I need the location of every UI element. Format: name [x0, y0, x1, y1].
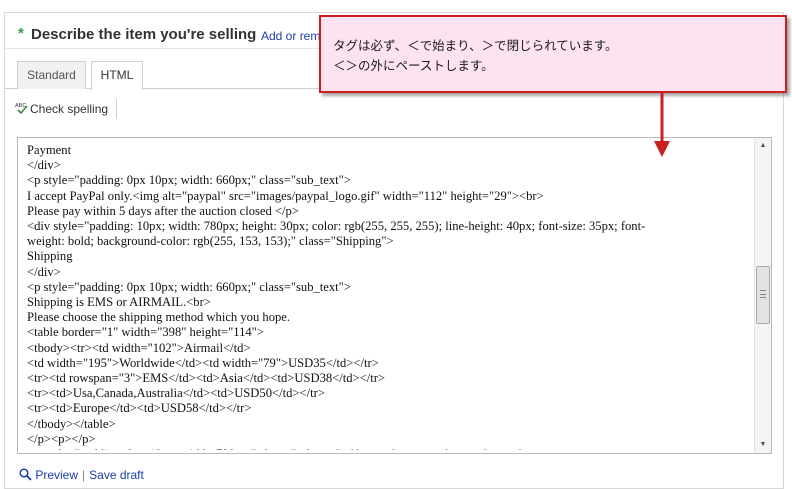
- editor-footer: Preview | Save draft: [19, 466, 144, 484]
- code-line: I accept PayPal only.<img alt="paypal" s…: [27, 188, 544, 203]
- code-line: <table border="1" width="398" height="11…: [27, 325, 264, 340]
- tab-standard[interactable]: Standard: [17, 61, 86, 89]
- code-line: Payment: [27, 143, 72, 157]
- code-line: <div style="padding: 10px; width: 780px;…: [27, 219, 646, 234]
- callout-line-2: ＜＞の外にペーストします。: [333, 58, 494, 73]
- code-line: </tbody></table>: [27, 416, 116, 431]
- required-asterisk: *: [18, 25, 24, 42]
- code-line: <tbody><tr><td width="102">Airmail</td>: [27, 340, 251, 355]
- code-line: Please choose the shipping method which …: [27, 310, 291, 325]
- scrollbar-thumb[interactable]: [756, 266, 770, 324]
- html-source-content[interactable]: Payment </div> <p style="padding: 0px 10px…: [27, 143, 752, 450]
- code-line: </p><p></p>: [27, 431, 96, 446]
- code-line: </div>: [27, 264, 61, 279]
- code-line: <tr><td>Europe</td><td>USD58</td></tr>: [27, 401, 252, 416]
- check-spelling-button[interactable]: ABC Check spelling: [15, 99, 118, 119]
- magnifier-icon: [19, 468, 32, 481]
- html-source-textarea[interactable]: Payment </div> <p style="padding: 0px 10px…: [17, 137, 772, 454]
- callout-line-1: タグは必ず、＜で始まり、＞で閉じられています。: [333, 38, 618, 53]
- code-line: Shipping is EMS or AIRMAIL.<br>: [27, 295, 211, 310]
- section-title: Describe the item you're selling: [31, 26, 257, 43]
- code-line: Please pay within 5 days after the aucti…: [27, 203, 299, 218]
- annotation-callout: タグは必ず、＜で始まり、＞で閉じられています。 ＜＞の外にペーストします。: [319, 15, 787, 93]
- abc-check-icon: ABC: [15, 103, 28, 115]
- code-line: </div>: [27, 158, 61, 173]
- save-draft-link[interactable]: Save draft: [89, 468, 144, 482]
- code-line: <p style="padding: 0px 10px; width: 660p…: [27, 173, 351, 188]
- editor-scrollbar[interactable]: ▲ ▼: [754, 138, 771, 453]
- code-line: <tr><td rowspan="3">EMS</td><td>Asia</td…: [27, 371, 386, 386]
- code-line: weight: bold; background-color: rgb(255,…: [27, 234, 394, 249]
- code-line: <tr><td>Usa,Canada,Australia</td><td>USD…: [27, 386, 325, 401]
- code-line: <p style="padding: 0px 10px; width: 780p…: [27, 447, 752, 450]
- add-or-remove-link[interactable]: Add or rem: [261, 28, 320, 44]
- check-spelling-label: Check spelling: [30, 102, 109, 116]
- code-line: <p style="padding: 0px 10px; width: 660p…: [27, 279, 351, 294]
- code-line: Shipping: [27, 249, 73, 264]
- tab-html[interactable]: HTML: [91, 61, 143, 90]
- footer-separator: |: [82, 468, 86, 482]
- scroll-down-arrow-icon[interactable]: ▼: [755, 437, 771, 453]
- grip-icon: [760, 290, 766, 298]
- red-arrow-icon: [654, 93, 670, 157]
- scroll-up-arrow-icon[interactable]: ▲: [755, 138, 771, 154]
- preview-link[interactable]: Preview: [35, 468, 78, 482]
- code-line: <td width="195">Worldwide</td><td width=…: [27, 355, 379, 370]
